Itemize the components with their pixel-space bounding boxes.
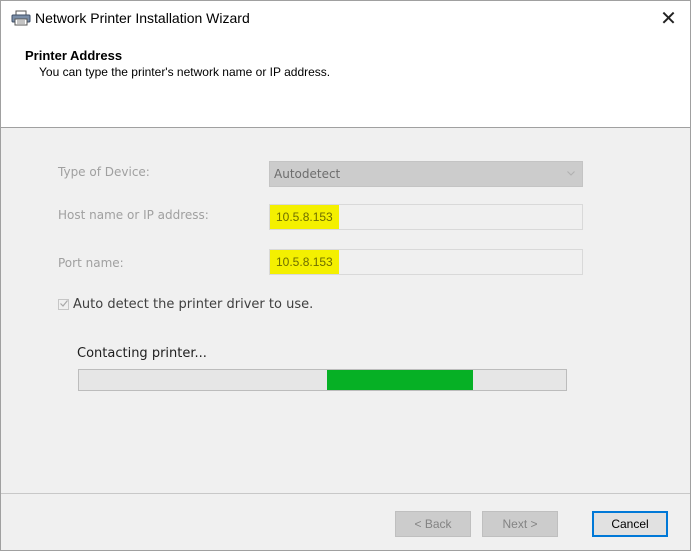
- status-text: Contacting printer...: [77, 346, 207, 361]
- progress-fill: [327, 370, 474, 390]
- auto-detect-option[interactable]: Auto detect the printer driver to use.: [58, 296, 313, 312]
- wizard-footer: < Back Next > Cancel: [1, 494, 690, 550]
- page-title: Printer Address: [25, 48, 123, 63]
- chevron-down-icon: [567, 168, 575, 178]
- page-subtitle: You can type the printer's network name …: [39, 65, 331, 79]
- close-icon: ✕: [660, 7, 677, 30]
- close-button[interactable]: ✕: [647, 1, 690, 35]
- port-input[interactable]: 10.5.8.153: [269, 249, 583, 275]
- wizard-window: Network Printer Installation Wizard ✕ Pr…: [0, 0, 691, 551]
- title-bar: Network Printer Installation Wizard ✕: [1, 1, 690, 35]
- wizard-body: Type of Device: Autodetect Host name or …: [1, 128, 690, 493]
- device-type-label: Type of Device:: [58, 165, 150, 179]
- host-label: Host name or IP address:: [58, 208, 209, 222]
- device-type-select[interactable]: Autodetect: [269, 161, 583, 187]
- device-type-value: Autodetect: [274, 167, 341, 181]
- host-input[interactable]: 10.5.8.153: [269, 204, 583, 230]
- printer-icon: [11, 10, 31, 26]
- checkmark-icon: [59, 299, 68, 309]
- progress-bar: [78, 369, 567, 391]
- back-button[interactable]: < Back: [395, 511, 471, 537]
- wizard-header: Printer Address You can type the printer…: [1, 35, 690, 127]
- auto-detect-label: Auto detect the printer driver to use.: [73, 296, 314, 312]
- host-value: 10.5.8.153: [272, 207, 337, 227]
- port-label: Port name:: [58, 256, 124, 270]
- cancel-button[interactable]: Cancel: [592, 511, 668, 537]
- port-value: 10.5.8.153: [272, 252, 337, 272]
- auto-detect-checkbox[interactable]: [58, 298, 69, 310]
- next-button[interactable]: Next >: [482, 511, 558, 537]
- window-title: Network Printer Installation Wizard: [35, 10, 250, 26]
